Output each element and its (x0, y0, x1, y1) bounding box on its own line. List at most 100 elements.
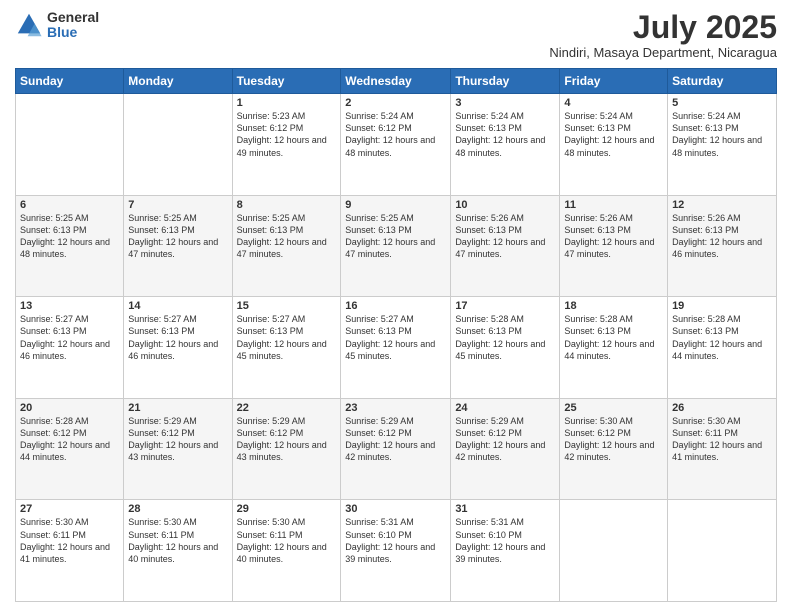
logo: General Blue (15, 10, 99, 41)
calendar-cell: 5Sunrise: 5:24 AMSunset: 6:13 PMDaylight… (668, 94, 777, 196)
header: General Blue July 2025 Nindiri, Masaya D… (15, 10, 777, 60)
calendar-week-row: 20Sunrise: 5:28 AMSunset: 6:12 PMDayligh… (16, 398, 777, 500)
calendar-cell: 14Sunrise: 5:27 AMSunset: 6:13 PMDayligh… (124, 297, 232, 399)
calendar-table: SundayMondayTuesdayWednesdayThursdayFrid… (15, 68, 777, 602)
calendar-cell: 26Sunrise: 5:30 AMSunset: 6:11 PMDayligh… (668, 398, 777, 500)
cell-info: Sunrise: 5:25 AMSunset: 6:13 PMDaylight:… (345, 212, 446, 261)
logo-blue-text: Blue (47, 25, 99, 40)
cell-info: Sunrise: 5:26 AMSunset: 6:13 PMDaylight:… (672, 212, 772, 261)
calendar-cell: 27Sunrise: 5:30 AMSunset: 6:11 PMDayligh… (16, 500, 124, 602)
day-number: 14 (128, 300, 227, 312)
cell-info: Sunrise: 5:30 AMSunset: 6:11 PMDaylight:… (672, 415, 772, 464)
calendar-cell: 12Sunrise: 5:26 AMSunset: 6:13 PMDayligh… (668, 195, 777, 297)
calendar-header-row: SundayMondayTuesdayWednesdayThursdayFrid… (16, 69, 777, 94)
calendar-cell: 20Sunrise: 5:28 AMSunset: 6:12 PMDayligh… (16, 398, 124, 500)
cell-info: Sunrise: 5:27 AMSunset: 6:13 PMDaylight:… (128, 313, 227, 362)
cell-info: Sunrise: 5:25 AMSunset: 6:13 PMDaylight:… (128, 212, 227, 261)
calendar-cell: 23Sunrise: 5:29 AMSunset: 6:12 PMDayligh… (341, 398, 451, 500)
calendar-cell: 29Sunrise: 5:30 AMSunset: 6:11 PMDayligh… (232, 500, 341, 602)
month-title: July 2025 (549, 10, 777, 45)
day-number: 21 (128, 402, 227, 414)
day-number: 16 (345, 300, 446, 312)
calendar-cell: 25Sunrise: 5:30 AMSunset: 6:12 PMDayligh… (560, 398, 668, 500)
calendar-cell: 16Sunrise: 5:27 AMSunset: 6:13 PMDayligh… (341, 297, 451, 399)
cell-info: Sunrise: 5:27 AMSunset: 6:13 PMDaylight:… (345, 313, 446, 362)
day-number: 8 (237, 199, 337, 211)
logo-icon (15, 11, 43, 39)
cell-info: Sunrise: 5:24 AMSunset: 6:13 PMDaylight:… (455, 110, 555, 159)
cell-info: Sunrise: 5:29 AMSunset: 6:12 PMDaylight:… (455, 415, 555, 464)
day-number: 10 (455, 199, 555, 211)
cell-info: Sunrise: 5:30 AMSunset: 6:11 PMDaylight:… (128, 516, 227, 565)
cell-info: Sunrise: 5:30 AMSunset: 6:12 PMDaylight:… (564, 415, 663, 464)
cell-info: Sunrise: 5:25 AMSunset: 6:13 PMDaylight:… (20, 212, 119, 261)
calendar-cell: 17Sunrise: 5:28 AMSunset: 6:13 PMDayligh… (451, 297, 560, 399)
day-number: 27 (20, 503, 119, 515)
day-number: 23 (345, 402, 446, 414)
calendar-cell (668, 500, 777, 602)
day-number: 15 (237, 300, 337, 312)
calendar-cell: 24Sunrise: 5:29 AMSunset: 6:12 PMDayligh… (451, 398, 560, 500)
calendar-cell: 7Sunrise: 5:25 AMSunset: 6:13 PMDaylight… (124, 195, 232, 297)
day-number: 24 (455, 402, 555, 414)
weekday-header: Tuesday (232, 69, 341, 94)
cell-info: Sunrise: 5:28 AMSunset: 6:13 PMDaylight:… (672, 313, 772, 362)
calendar-cell: 9Sunrise: 5:25 AMSunset: 6:13 PMDaylight… (341, 195, 451, 297)
calendar-cell: 1Sunrise: 5:23 AMSunset: 6:12 PMDaylight… (232, 94, 341, 196)
day-number: 2 (345, 97, 446, 109)
day-number: 22 (237, 402, 337, 414)
day-number: 26 (672, 402, 772, 414)
calendar-cell: 13Sunrise: 5:27 AMSunset: 6:13 PMDayligh… (16, 297, 124, 399)
cell-info: Sunrise: 5:27 AMSunset: 6:13 PMDaylight:… (237, 313, 337, 362)
day-number: 5 (672, 97, 772, 109)
day-number: 3 (455, 97, 555, 109)
calendar-cell: 11Sunrise: 5:26 AMSunset: 6:13 PMDayligh… (560, 195, 668, 297)
day-number: 7 (128, 199, 227, 211)
calendar-cell: 6Sunrise: 5:25 AMSunset: 6:13 PMDaylight… (16, 195, 124, 297)
cell-info: Sunrise: 5:24 AMSunset: 6:13 PMDaylight:… (564, 110, 663, 159)
day-number: 19 (672, 300, 772, 312)
cell-info: Sunrise: 5:30 AMSunset: 6:11 PMDaylight:… (237, 516, 337, 565)
cell-info: Sunrise: 5:29 AMSunset: 6:12 PMDaylight:… (237, 415, 337, 464)
calendar-cell: 2Sunrise: 5:24 AMSunset: 6:12 PMDaylight… (341, 94, 451, 196)
day-number: 30 (345, 503, 446, 515)
calendar-cell: 4Sunrise: 5:24 AMSunset: 6:13 PMDaylight… (560, 94, 668, 196)
day-number: 12 (672, 199, 772, 211)
cell-info: Sunrise: 5:25 AMSunset: 6:13 PMDaylight:… (237, 212, 337, 261)
calendar-week-row: 27Sunrise: 5:30 AMSunset: 6:11 PMDayligh… (16, 500, 777, 602)
calendar-cell: 10Sunrise: 5:26 AMSunset: 6:13 PMDayligh… (451, 195, 560, 297)
cell-info: Sunrise: 5:30 AMSunset: 6:11 PMDaylight:… (20, 516, 119, 565)
calendar-cell: 31Sunrise: 5:31 AMSunset: 6:10 PMDayligh… (451, 500, 560, 602)
calendar-cell: 15Sunrise: 5:27 AMSunset: 6:13 PMDayligh… (232, 297, 341, 399)
calendar-cell: 18Sunrise: 5:28 AMSunset: 6:13 PMDayligh… (560, 297, 668, 399)
page: General Blue July 2025 Nindiri, Masaya D… (0, 0, 792, 612)
calendar-cell (16, 94, 124, 196)
title-block: July 2025 Nindiri, Masaya Department, Ni… (549, 10, 777, 60)
calendar-cell: 22Sunrise: 5:29 AMSunset: 6:12 PMDayligh… (232, 398, 341, 500)
day-number: 28 (128, 503, 227, 515)
calendar-cell: 3Sunrise: 5:24 AMSunset: 6:13 PMDaylight… (451, 94, 560, 196)
cell-info: Sunrise: 5:23 AMSunset: 6:12 PMDaylight:… (237, 110, 337, 159)
cell-info: Sunrise: 5:31 AMSunset: 6:10 PMDaylight:… (455, 516, 555, 565)
weekday-header: Wednesday (341, 69, 451, 94)
cell-info: Sunrise: 5:31 AMSunset: 6:10 PMDaylight:… (345, 516, 446, 565)
calendar-cell: 30Sunrise: 5:31 AMSunset: 6:10 PMDayligh… (341, 500, 451, 602)
cell-info: Sunrise: 5:24 AMSunset: 6:12 PMDaylight:… (345, 110, 446, 159)
day-number: 29 (237, 503, 337, 515)
calendar-cell: 19Sunrise: 5:28 AMSunset: 6:13 PMDayligh… (668, 297, 777, 399)
calendar-cell (560, 500, 668, 602)
logo-text: General Blue (47, 10, 99, 41)
day-number: 18 (564, 300, 663, 312)
cell-info: Sunrise: 5:27 AMSunset: 6:13 PMDaylight:… (20, 313, 119, 362)
cell-info: Sunrise: 5:26 AMSunset: 6:13 PMDaylight:… (564, 212, 663, 261)
day-number: 13 (20, 300, 119, 312)
calendar-cell: 8Sunrise: 5:25 AMSunset: 6:13 PMDaylight… (232, 195, 341, 297)
weekday-header: Monday (124, 69, 232, 94)
cell-info: Sunrise: 5:29 AMSunset: 6:12 PMDaylight:… (128, 415, 227, 464)
day-number: 4 (564, 97, 663, 109)
weekday-header: Sunday (16, 69, 124, 94)
day-number: 17 (455, 300, 555, 312)
cell-info: Sunrise: 5:28 AMSunset: 6:13 PMDaylight:… (564, 313, 663, 362)
cell-info: Sunrise: 5:24 AMSunset: 6:13 PMDaylight:… (672, 110, 772, 159)
day-number: 9 (345, 199, 446, 211)
